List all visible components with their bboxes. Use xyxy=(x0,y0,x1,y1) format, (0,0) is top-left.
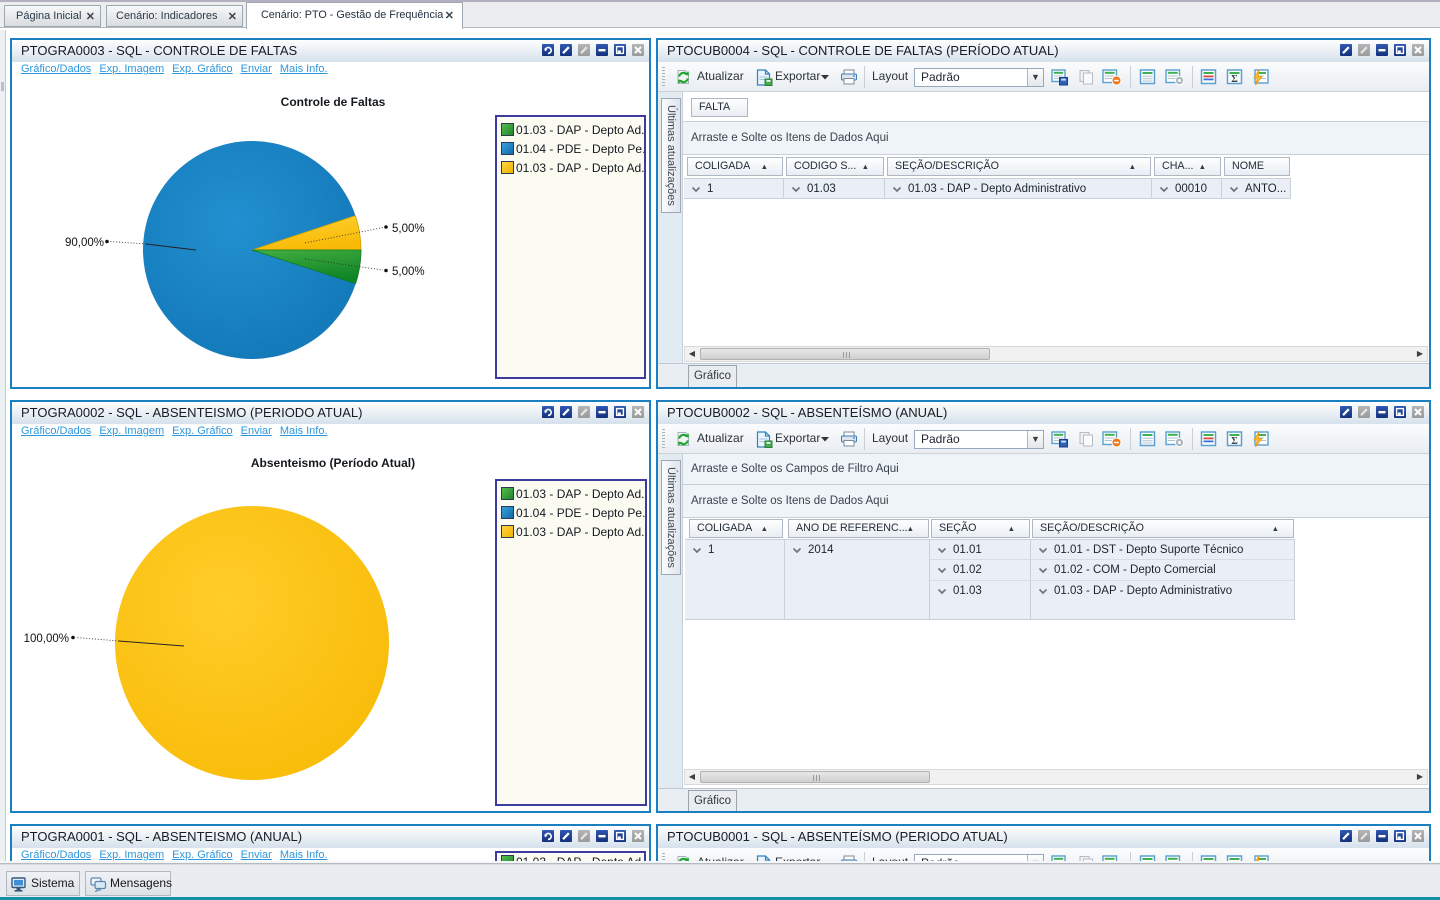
svg-text:5,00%: 5,00% xyxy=(392,266,425,278)
svg-text:Σ: Σ xyxy=(1231,436,1238,447)
svg-text:5,00%: 5,00% xyxy=(392,223,425,235)
svg-text:100,00%: 100,00% xyxy=(24,633,69,645)
svg-text:90,00%: 90,00% xyxy=(65,237,104,249)
svg-text:Σ: Σ xyxy=(1231,74,1238,85)
